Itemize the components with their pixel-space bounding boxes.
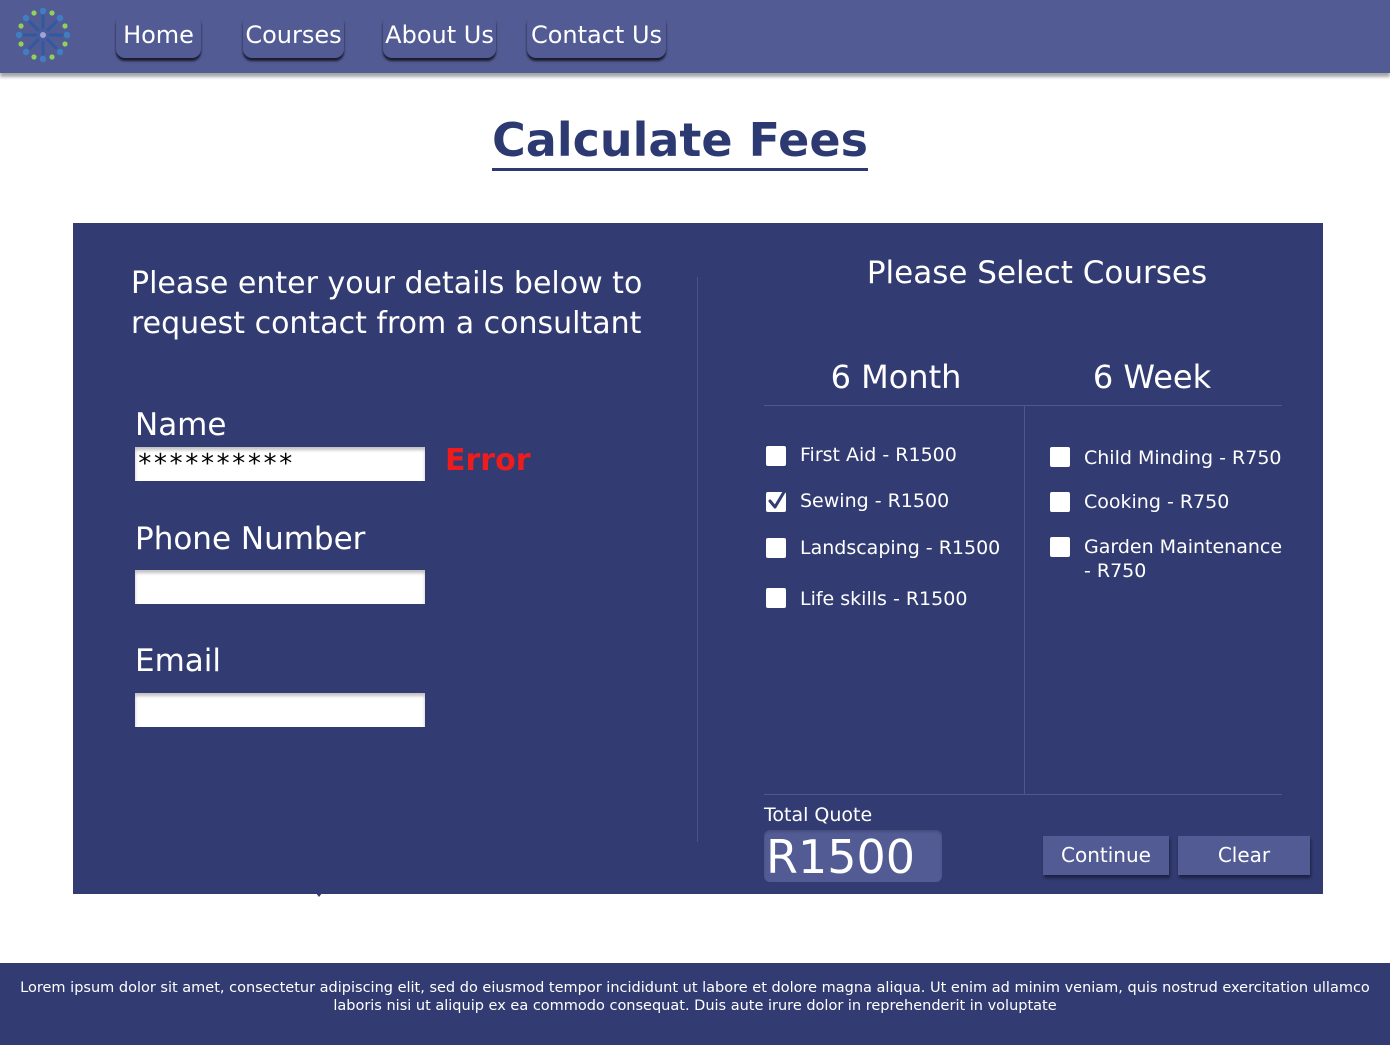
name-error-text: Error <box>445 443 531 478</box>
courses-title: Please Select Courses <box>866 255 1208 291</box>
checkbox-life-skills[interactable] <box>766 588 786 608</box>
checkbox-cooking[interactable] <box>1050 492 1070 512</box>
course-label-child-minding: Child Minding - R750 <box>1084 447 1282 469</box>
continue-button[interactable]: Continue <box>1043 836 1169 875</box>
courses-footer-divider <box>764 794 1282 795</box>
panel-divider <box>697 277 698 842</box>
course-label-sewing: Sewing - R1500 <box>800 490 950 512</box>
form-intro-text: Please enter your details below to reque… <box>131 266 643 341</box>
total-quote-label: Total Quote <box>764 804 873 826</box>
people-circle-logo-icon[interactable] <box>14 6 72 64</box>
name-field[interactable] <box>135 447 425 481</box>
checkbox-child-minding[interactable] <box>1050 447 1070 467</box>
courses-header-divider <box>764 405 1282 406</box>
nav-about-us[interactable]: About Us <box>383 14 496 58</box>
course-label-first-aid: First Aid - R1500 <box>800 444 957 466</box>
checkbox-landscaping[interactable] <box>766 538 786 558</box>
email-field[interactable] <box>135 693 425 727</box>
clear-button[interactable]: Clear <box>1178 836 1310 875</box>
page-title-text: Calculate Fees <box>492 112 868 171</box>
email-label: Email <box>135 643 222 679</box>
nav-home[interactable]: Home <box>116 14 201 58</box>
course-label-cooking: Cooking - R750 <box>1084 491 1230 513</box>
panel-notch <box>313 889 325 897</box>
name-label: Name <box>135 407 227 443</box>
top-navigation-bar: Home Courses About Us Contact Us <box>0 0 1390 73</box>
checkmark-icon <box>768 490 786 509</box>
six-week-heading: 6 Week <box>1092 358 1212 396</box>
courses-column-divider <box>1024 406 1025 794</box>
phone-label: Phone Number <box>135 521 366 557</box>
nav-courses[interactable]: Courses <box>243 14 344 58</box>
checkbox-sewing[interactable] <box>766 490 786 512</box>
page-title: Calculate Fees <box>0 112 1360 171</box>
course-label-garden-maintenance: Garden Maintenance - R750 <box>1084 536 1283 582</box>
nav-contact-us[interactable]: Contact Us <box>527 14 666 58</box>
course-label-life-skills: Life skills - R1500 <box>800 588 968 610</box>
footer-text: Lorem ipsum dolor sit amet, consectetur … <box>20 980 1370 1014</box>
course-label-landscaping: Landscaping - R1500 <box>800 537 1001 559</box>
phone-field[interactable] <box>135 570 425 604</box>
checkbox-garden-maintenance[interactable] <box>1050 537 1070 557</box>
checkbox-first-aid[interactable] <box>766 446 786 466</box>
six-month-heading: 6 Month <box>830 358 962 396</box>
total-quote-value: R1500 <box>764 830 942 884</box>
